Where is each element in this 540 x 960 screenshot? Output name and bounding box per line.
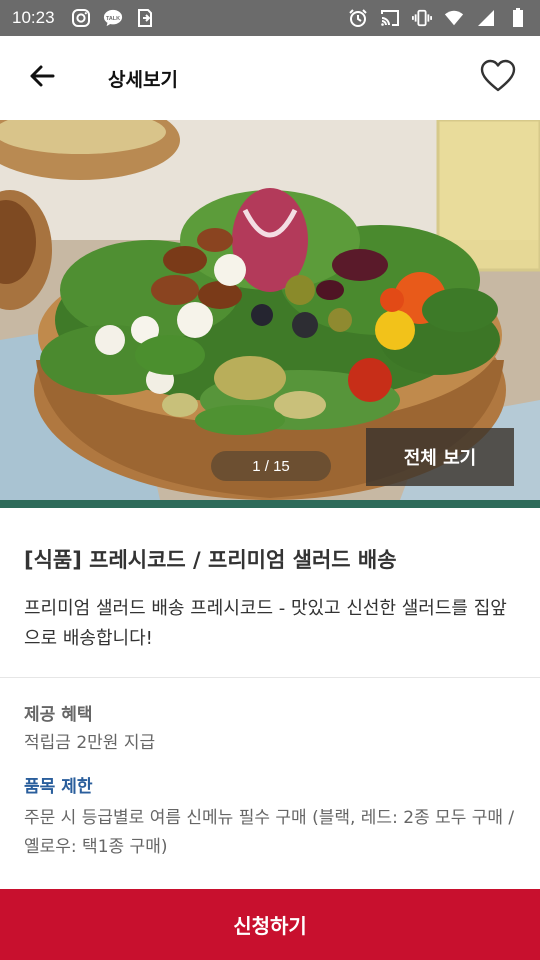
accent-divider: [0, 500, 540, 508]
status-right-icons: [348, 8, 528, 28]
svg-text:TALK: TALK: [106, 16, 120, 22]
status-left-icons: TALK: [71, 8, 155, 28]
back-button[interactable]: [20, 56, 64, 100]
status-time: 10:23: [12, 8, 55, 27]
restriction-text: 주문 시 등급별로 여름 신메뉴 필수 구매 (블랙, 레드: 2종 모두 구매…: [24, 808, 515, 857]
instagram-icon: [71, 8, 91, 28]
restriction-heading: 품목 제한: [24, 777, 93, 797]
cast-icon: [380, 8, 400, 28]
wifi-icon: [444, 8, 464, 28]
alarm-icon: [348, 8, 368, 28]
app-bar: 상세보기: [0, 36, 540, 120]
benefit-heading: 제공 혜택: [24, 705, 93, 725]
apply-button[interactable]: 신청하기: [0, 889, 540, 960]
product-title: [식품] 프레시코드 / 프리미엄 샐러드 배송: [24, 548, 397, 572]
talk-icon: TALK: [103, 8, 123, 28]
benefit-text: 적립금 2만원 지급: [24, 733, 156, 753]
favorite-button[interactable]: [476, 56, 520, 100]
vibrate-icon: [412, 8, 432, 28]
status-bar: 10:23 TALK: [0, 0, 540, 36]
product-description: 프리미엄 샐러드 배송 프레시코드 - 맛있고 신선한 샐러드를 집앞으로 배송…: [24, 598, 507, 649]
exit-icon: [135, 8, 155, 28]
battery-icon: [508, 8, 528, 28]
page-indicator: 1 / 15: [211, 451, 331, 481]
page-title: 상세보기: [108, 68, 178, 91]
signal-icon: [476, 8, 496, 28]
back-arrow-icon: [28, 62, 56, 94]
section-divider: [0, 677, 540, 678]
view-all-button[interactable]: 전체 보기: [366, 428, 514, 486]
heart-icon: [480, 59, 516, 97]
